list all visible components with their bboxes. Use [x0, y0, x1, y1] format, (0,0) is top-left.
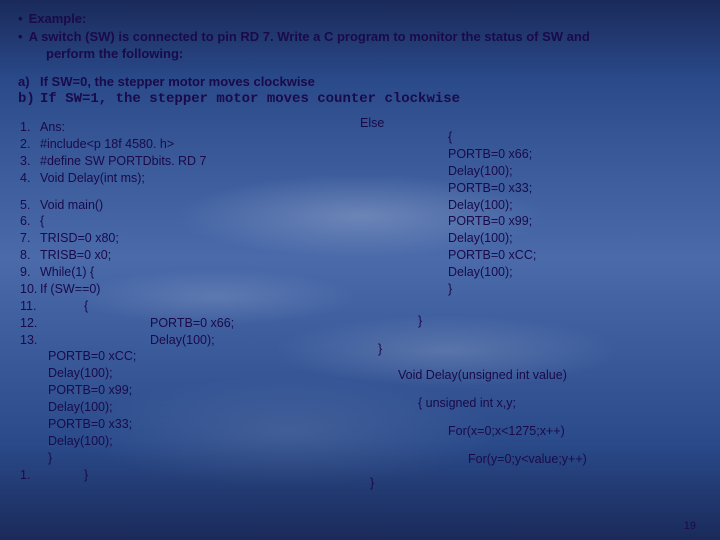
delay-fn-close: } [370, 475, 374, 492]
option-b-label: b) [18, 90, 40, 109]
code-sub6: Delay(100); [48, 433, 308, 450]
close-brace-2: } [378, 341, 382, 358]
code-l11: { [40, 298, 308, 315]
code-l8: TRISB=0 x0; [40, 247, 308, 264]
option-b-text: If SW=1, the stepper motor moves counter… [40, 90, 460, 109]
option-a-text: If SW=0, the stepper motor moves clockwi… [40, 73, 315, 91]
code-l1: Ans: [40, 119, 308, 136]
header-line2: A switch (SW) is connected to pin RD 7. … [18, 28, 704, 46]
code-sub7: } [48, 450, 308, 467]
code-sub5: PORTB=0 x33; [48, 416, 308, 433]
code-l12: PORTB=0 x66; [40, 315, 308, 332]
code-l3: #define SW PORTDbits. RD 7 [40, 153, 308, 170]
options: a) If SW=0, the stepper motor moves cloc… [18, 73, 704, 109]
else-l6: PORTB=0 x99; [448, 213, 536, 230]
code-l10: If (SW==0) [40, 281, 308, 298]
code-sub1: PORTB=0 xCC; [48, 348, 308, 365]
else-l8: PORTB=0 xCC; [448, 247, 536, 264]
header-line3: perform the following: [18, 45, 704, 63]
code-l4: Void Delay(int ms); [40, 170, 308, 187]
else-keyword: Else [360, 115, 384, 132]
code-l7: TRISD=0 x80; [40, 230, 308, 247]
option-a-label: a) [18, 73, 40, 91]
delay-fn: Void Delay(unsigned int value) [398, 367, 567, 384]
code-sub3: PORTB=0 x99; [48, 382, 308, 399]
else-l7: Delay(100); [448, 230, 536, 247]
example-header: Example: A switch (SW) is connected to p… [18, 10, 704, 63]
else-l3: Delay(100); [448, 163, 536, 180]
delay-fn-open: { unsigned int x,y; [418, 395, 516, 412]
else-l1: { [448, 129, 536, 146]
code-bottom-num: 1. [18, 467, 40, 484]
code-l6: { [40, 213, 308, 230]
code-bottom-close: } [40, 467, 308, 484]
page-number: 19 [684, 520, 696, 532]
code-l9: While(1) { [40, 264, 308, 281]
code-sub2: Delay(100); [48, 365, 308, 382]
code-left-column: 1.Ans: 2.#include<p 18f 4580. h> 3.#defi… [18, 115, 308, 483]
code-l13: Delay(100); [40, 332, 308, 349]
header-line1: Example: [18, 10, 704, 28]
for-x: For(x=0;x<1275;x++) [448, 423, 565, 440]
code-right-column: Else { PORTB=0 x66; Delay(100); PORTB=0 … [308, 115, 704, 483]
else-l5: Delay(100); [448, 197, 536, 214]
else-l10: } [448, 281, 536, 298]
close-brace-1: } [418, 313, 422, 330]
for-y: For(y=0;y<value;y++) [468, 451, 587, 468]
else-l4: PORTB=0 x33; [448, 180, 536, 197]
else-l9: Delay(100); [448, 264, 536, 281]
code-l2: #include<p 18f 4580. h> [40, 136, 308, 153]
code-sub4: Delay(100); [48, 399, 308, 416]
code-l5: Void main() [40, 197, 308, 214]
else-l2: PORTB=0 x66; [448, 146, 536, 163]
